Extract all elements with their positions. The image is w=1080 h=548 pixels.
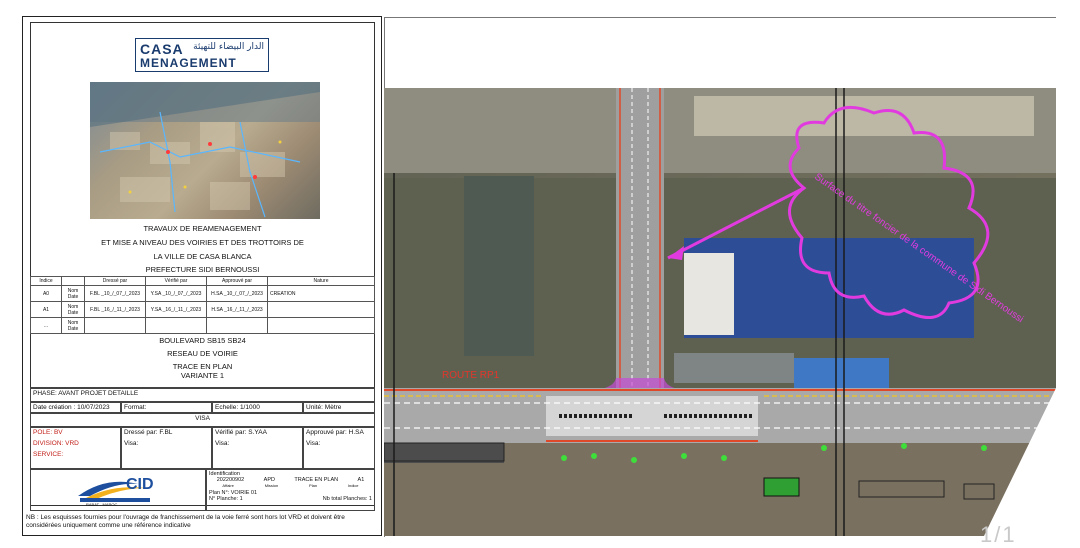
- cid-text: CID: [126, 476, 154, 493]
- rev-cell: Nom Date: [61, 317, 85, 334]
- title-line-4: PREFECTURE SIDI BERNOUSSI: [145, 265, 260, 274]
- info-grid: PHASE: AVANT PROJET DETAILLE Date créati…: [30, 387, 375, 511]
- echelle-label: Echelle:: [215, 404, 239, 411]
- pole-text: POLE: BV: [33, 429, 63, 436]
- verifie-text: Vérifié par: S.YAA: [215, 429, 267, 436]
- cid-sub: RABAT - MAROC: [86, 502, 118, 507]
- verifie-cell: Vérifié par: S.YAA Visa:: [212, 427, 303, 469]
- cid-logo-cell: CID RABAT - MAROC: [30, 469, 206, 511]
- unite-value: Mètre: [324, 404, 342, 411]
- approuve-text: Approuvé par: H.SA: [306, 429, 364, 436]
- rev-header-cell: Indice: [30, 276, 62, 286]
- format-label: Format:: [121, 402, 212, 413]
- unite-label: Unité:: [306, 404, 323, 411]
- affaire-label: Affaire: [222, 483, 234, 488]
- revision-table: Indice Dressé par Vérifié par Approuvé p…: [30, 276, 375, 334]
- visa-row: POLE: BV DIVISION: VRD SERVICE: Dressé p…: [30, 427, 375, 469]
- logo-arabic: الدار البيضاء للتهيئة: [193, 42, 264, 52]
- identification-labels: Affaire Mission Plan Indice: [209, 483, 372, 488]
- aerial-location-image: [90, 82, 320, 219]
- footnote: NB : Les esquisses fournies pour l'ouvra…: [26, 514, 345, 529]
- rev-cell: Nom Date: [61, 301, 85, 318]
- casa-amenagement-logo: CASA الدار البيضاء للتهيئة MENAGEMENT: [135, 38, 269, 72]
- page-counter: 1/1: [980, 522, 1017, 547]
- road-plan-satellite: Surface du titre foncier de la commune d…: [384, 88, 1056, 536]
- rev-cell: [267, 301, 375, 318]
- dresse-text: Dressé par: F.BL: [124, 429, 173, 436]
- plan-label: Plan: [309, 483, 318, 488]
- logo-brand: CASA: [140, 41, 184, 57]
- rev-cell: CREATION: [267, 285, 375, 302]
- date-creation-label: Date création :: [33, 404, 76, 411]
- date-creation-value: 10/07/2023: [77, 404, 110, 411]
- rev-header-cell: Approuvé par: [206, 276, 268, 286]
- revision-header-row: Indice Dressé par Vérifié par Approuvé p…: [30, 276, 375, 286]
- rev-cell: F.BL _16_/_11_/_2023: [84, 301, 146, 318]
- rev-cell: Nom Date: [61, 285, 85, 302]
- rev-cell: A0: [30, 285, 62, 302]
- rev-header-cell: Nature: [267, 276, 375, 286]
- visa-label: Visa:: [215, 440, 230, 447]
- rev-header-cell: Vérifié par: [145, 276, 207, 286]
- rev-header-cell: [61, 276, 85, 286]
- revision-row: A1 Nom Date F.BL _16_/_11_/_2023 Y.SA _1…: [30, 301, 375, 318]
- identification-cell: Identification 202200902 APD TRACE EN PL…: [206, 469, 375, 511]
- dresse-cell: Dressé par: F.BL Visa:: [121, 427, 212, 469]
- total-planches: Nb total Planches: 1: [322, 496, 372, 502]
- rev-cell: [267, 317, 375, 334]
- mission-label: Mission: [264, 483, 279, 488]
- project-line-3: TRACE EN PLAN: [172, 362, 233, 371]
- approuve-cell: Approuvé par: H.SA Visa:: [303, 427, 375, 469]
- echelle-value: 1/1000: [239, 404, 260, 411]
- planche-row: N° Planche: 1 Nb total Planches: 1: [209, 496, 372, 502]
- vertical-road: [616, 88, 664, 388]
- rev-cell: A1: [30, 301, 62, 318]
- revision-row: A0 Nom Date F.BL _10_/_07_/_2023 Y.SA _1…: [30, 285, 375, 302]
- project-line-4: VARIANTE 1: [180, 371, 225, 380]
- logo-brand-sub: MENAGEMENT: [140, 56, 237, 70]
- identification-row: CID RABAT - MAROC Identification 2022009…: [30, 469, 375, 511]
- rev-cell: ...: [30, 317, 62, 334]
- echelle: Echelle: 1/1000: [212, 402, 303, 413]
- rev-cell: [84, 317, 146, 334]
- rev-cell: H.SA _16_/_11_/_2023: [206, 301, 268, 318]
- road-label: ROUTE RP1: [442, 370, 500, 381]
- date-row: Date création : 10/07/2023 Format: Echel…: [30, 402, 375, 413]
- org-cell: POLE: BV DIVISION: VRD SERVICE:: [30, 427, 121, 469]
- unite: Unité: Mètre: [303, 402, 375, 413]
- planche-no: N° Planche: 1: [209, 496, 243, 502]
- division-text: DIVISION: VRD: [33, 440, 79, 447]
- revision-row: ... Nom Date: [30, 317, 375, 334]
- rev-cell: F.BL _10_/_07_/_2023: [84, 285, 146, 302]
- rev-cell: [145, 317, 207, 334]
- rev-cell: [206, 317, 268, 334]
- project-line-2: RESEAU DE VOIRIE: [167, 349, 238, 358]
- rev-cell: Y.SA _10_/_07_/_2023: [145, 285, 207, 302]
- phase-text: PHASE: AVANT PROJET DETAILLE: [30, 388, 375, 402]
- project-line-1: BOULEVARD SB15 SB24: [159, 336, 246, 345]
- visa-label: Visa:: [124, 440, 139, 447]
- visa-header: VISA: [30, 413, 375, 427]
- rev-cell: Y.SA _16_/_11_/_2023: [145, 301, 207, 318]
- indice-label: Indice: [347, 483, 359, 488]
- title-line-3: LA VILLE DE CASA BLANCA: [153, 252, 252, 261]
- visa-label: Visa:: [306, 440, 321, 447]
- title-line-1: TRAVAUX DE REAMENAGEMENT: [143, 224, 262, 233]
- building-left: [464, 176, 534, 356]
- rev-cell: H.SA _10_/_07_/_2023: [206, 285, 268, 302]
- title-line-2: ET MISE A NIVEAU DES VOIRIES ET DES TROT…: [101, 238, 304, 247]
- rev-header-cell: Dressé par: [84, 276, 146, 286]
- service-text: SERVICE:: [33, 451, 64, 458]
- date-creation: Date création : 10/07/2023: [30, 402, 121, 413]
